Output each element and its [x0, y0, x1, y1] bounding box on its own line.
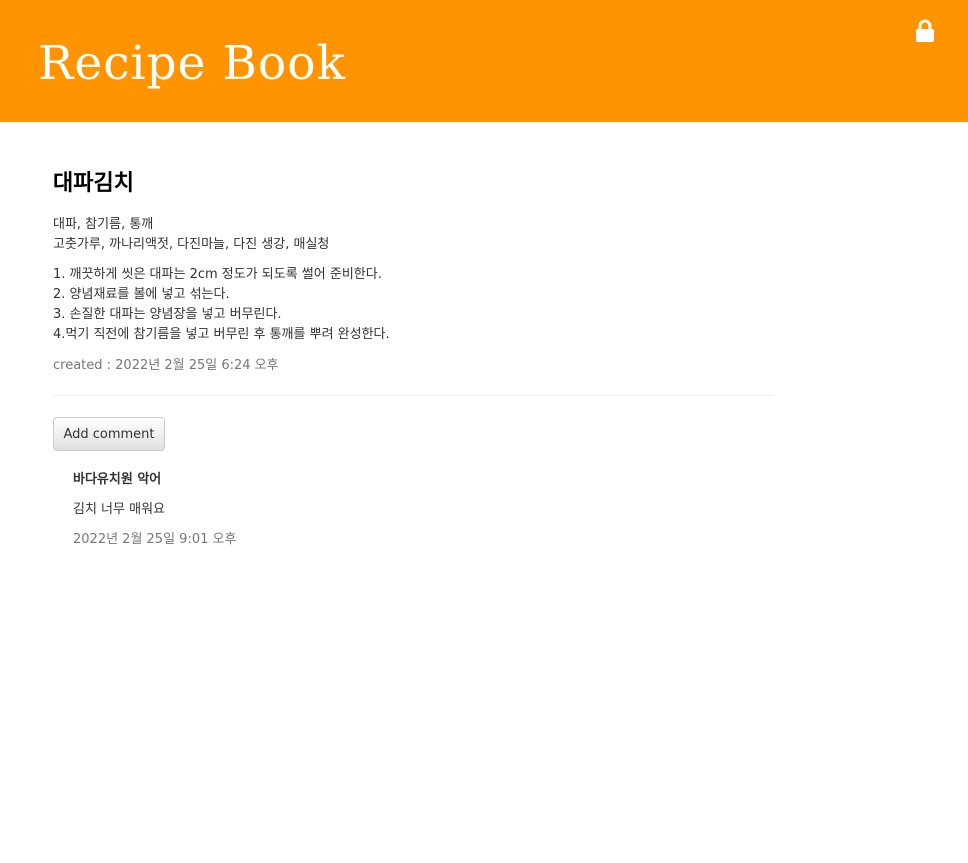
site-title[interactable]: Recipe Book: [38, 34, 346, 94]
add-comment-button[interactable]: Add comment: [53, 417, 165, 451]
comment-author: 바다유치원 악어: [73, 472, 162, 487]
comment-date: 2022년 2월 25일 9:01 오후: [73, 532, 237, 547]
post-title: 대파김치: [53, 171, 134, 196]
ingredient-line: 대파, 참기름, 통깨: [53, 217, 154, 232]
comment-text: 김치 너무 매워요: [73, 502, 165, 517]
divider: [53, 395, 773, 396]
lock-icon-graphic: [916, 19, 934, 42]
lock-icon[interactable]: [914, 19, 936, 43]
step-line: 3. 손질한 대파는 양념장을 넣고 버무린다.: [53, 307, 282, 322]
ingredient-line: 고춧가루, 까나리액젓, 다진마늘, 다진 생강, 매실청: [53, 237, 330, 252]
created-date: created : 2022년 2월 25일 6:24 오후: [53, 358, 279, 373]
step-line: 2. 양념재료를 볼에 넣고 섞는다.: [53, 287, 230, 302]
step-line: 4.먹기 직전에 참기름을 넣고 버무린 후 통깨를 뿌려 완성한다.: [53, 327, 390, 342]
site-header: Recipe Book: [0, 0, 968, 122]
step-line: 1. 깨끗하게 씻은 대파는 2cm 정도가 되도록 썰어 준비한다.: [53, 267, 382, 282]
